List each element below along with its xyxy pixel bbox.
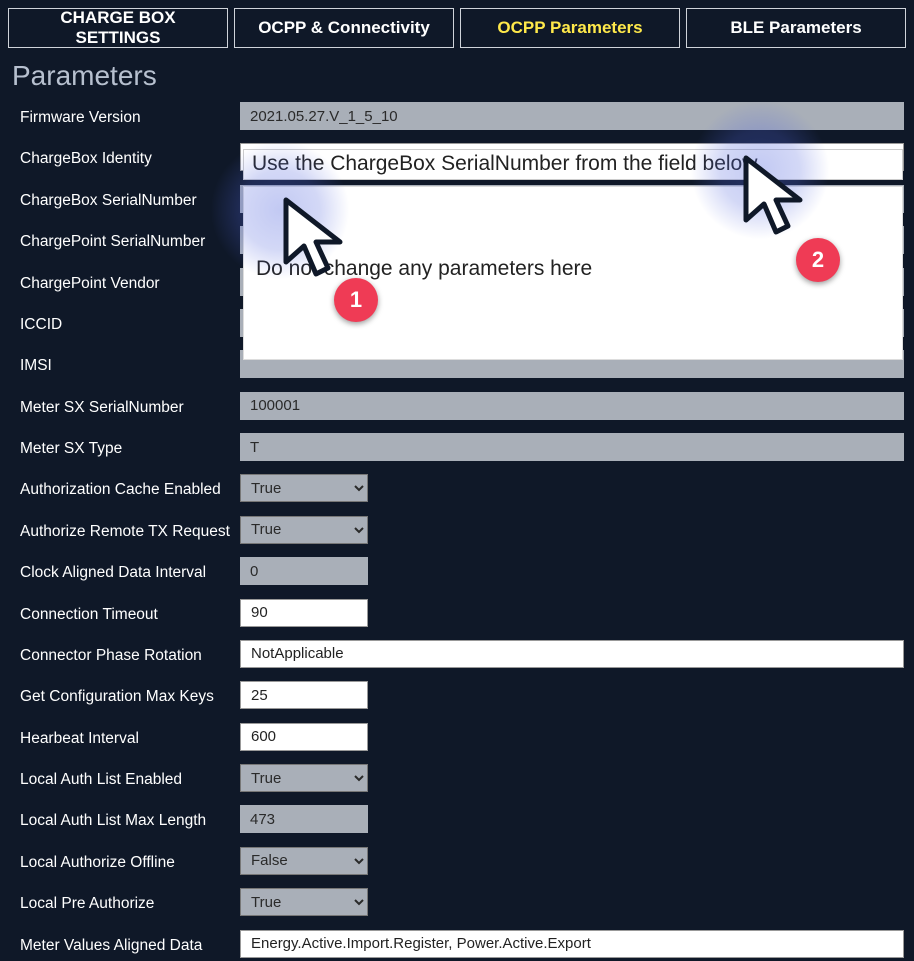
label-heartbeat: Hearbeat Interval <box>12 723 240 754</box>
page-title: Parameters <box>0 48 914 98</box>
label-local-auth-offline: Local Authorize Offline <box>12 847 240 878</box>
field-meter-sx-type <box>240 433 904 461</box>
label-chargebox-identity: ChargeBox Identity <box>12 143 240 174</box>
label-meter-sx-type: Meter SX Type <box>12 433 240 464</box>
select-local-auth-enabled[interactable]: True False <box>240 764 368 792</box>
tab-ble-parameters[interactable]: BLE Parameters <box>686 8 906 48</box>
tab-charge-box-settings[interactable]: CHARGE BOX SETTINGS <box>8 8 228 48</box>
label-local-auth-enabled: Local Auth List Enabled <box>12 764 240 795</box>
label-firmware-version: Firmware Version <box>12 102 240 133</box>
tab-ocpp-connectivity[interactable]: OCPP & Connectivity <box>234 8 454 48</box>
label-iccid: ICCID <box>12 309 240 340</box>
field-meter-values-aligned[interactable] <box>240 930 904 958</box>
label-get-cfg-max: Get Configuration Max Keys <box>12 681 240 712</box>
field-get-cfg-max[interactable] <box>240 681 368 709</box>
annotation-badge-2: 2 <box>796 238 840 282</box>
label-local-auth-max: Local Auth List Max Length <box>12 805 240 836</box>
label-meter-sx-serial: Meter SX SerialNumber <box>12 392 240 423</box>
field-conn-phase-rot[interactable] <box>240 640 904 668</box>
field-conn-timeout[interactable] <box>240 599 368 627</box>
label-local-pre-auth: Local Pre Authorize <box>12 888 240 919</box>
select-local-auth-offline[interactable]: True False <box>240 847 368 875</box>
annotation-badge-1: 1 <box>334 278 378 322</box>
tab-ocpp-parameters[interactable]: OCPP Parameters <box>460 8 680 48</box>
field-local-auth-max <box>240 805 368 833</box>
label-chargebox-serial: ChargeBox SerialNumber <box>12 185 240 216</box>
annotation-identity-hint: Use the ChargeBox SerialNumber from the … <box>243 149 903 180</box>
label-conn-timeout: Connection Timeout <box>12 599 240 630</box>
select-local-pre-auth[interactable]: True False <box>240 888 368 916</box>
select-auth-remote-tx[interactable]: True False <box>240 516 368 544</box>
annotation-warning-text: Do not change any parameters here <box>256 257 592 280</box>
label-imsi: IMSI <box>12 350 240 381</box>
label-chargepoint-serial: ChargePoint SerialNumber <box>12 226 240 257</box>
label-auth-remote-tx: Authorize Remote TX Request <box>12 516 240 547</box>
field-clock-aligned <box>240 557 368 585</box>
label-clock-aligned: Clock Aligned Data Interval <box>12 557 240 588</box>
tab-bar: CHARGE BOX SETTINGS OCPP & Connectivity … <box>0 0 914 48</box>
label-chargepoint-vendor: ChargePoint Vendor <box>12 268 240 299</box>
select-auth-cache-enabled[interactable]: True False <box>240 474 368 502</box>
field-meter-sx-serial <box>240 392 904 420</box>
field-firmware-version <box>240 102 904 130</box>
label-auth-cache-enabled: Authorization Cache Enabled <box>12 474 240 505</box>
label-meter-values-aligned: Meter Values Aligned Data <box>12 930 240 961</box>
field-heartbeat[interactable] <box>240 723 368 751</box>
label-conn-phase-rot: Connector Phase Rotation <box>12 640 240 671</box>
